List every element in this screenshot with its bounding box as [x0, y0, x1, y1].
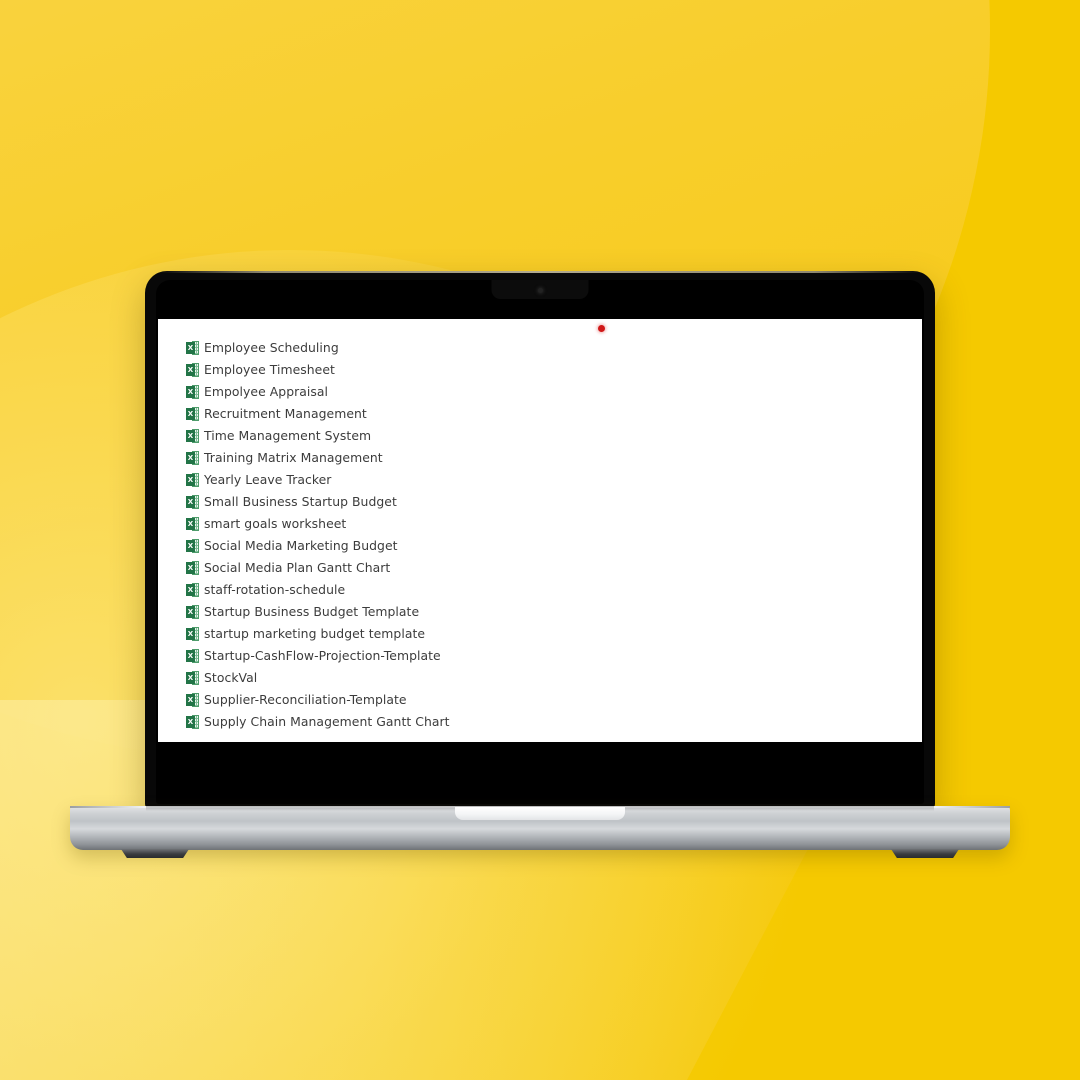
list-item[interactable]: X Social Media Marketing Budget	[186, 535, 922, 557]
file-name-label: Startup Business Budget Template	[204, 603, 420, 619]
excel-file-icon: X	[186, 539, 199, 553]
list-item[interactable]: X Training Matrix Management	[186, 447, 922, 469]
excel-file-icon: X	[186, 341, 199, 355]
list-item[interactable]: Xstaff-rotation-schedule	[186, 579, 922, 601]
file-name-label: Startup-CashFlow-Projection-Template	[204, 647, 441, 663]
file-name-label: StockVal	[204, 669, 258, 685]
excel-file-icon: X	[186, 363, 199, 377]
file-name-label: staff-rotation-schedule	[204, 581, 346, 597]
excel-file-icon: X	[186, 473, 199, 487]
file-name-label: Supply Chain Management Gantt Chart	[204, 713, 450, 729]
list-item[interactable]: X Supply Chain Management Gantt Chart	[186, 711, 922, 733]
file-name-label: smart goals worksheet	[204, 515, 347, 531]
file-name-label: Time Management System	[204, 427, 372, 443]
file-name-label: Training Matrix Management	[204, 449, 383, 465]
rubber-foot-right	[890, 849, 960, 858]
screenshot-stage: X Employee Scheduling X Employee Timesheet X…	[0, 0, 1080, 1080]
camera-notch	[491, 280, 589, 299]
laptop-screen: X Employee Scheduling X Employee Timesheet X…	[158, 319, 922, 742]
file-name-label: startup marketing budget template	[204, 625, 426, 641]
list-item[interactable]: X Startup Business Budget Template	[186, 601, 922, 623]
laptop-bezel: X Employee Scheduling X Employee Timesheet X…	[156, 280, 924, 804]
list-item[interactable]: X Employee Timesheet	[186, 359, 922, 381]
list-item[interactable]: X Employee Scheduling	[186, 337, 922, 359]
file-name-label: Supplier-Reconciliation-Template	[204, 691, 407, 707]
excel-file-icon: X	[186, 693, 199, 707]
file-name-label: Social Media Plan Gantt Chart	[204, 559, 391, 575]
laptop-mockup: X Employee Scheduling X Employee Timesheet X…	[0, 0, 1080, 1080]
excel-file-icon: X	[186, 495, 199, 509]
list-item[interactable]: X Recruitment Management	[186, 403, 922, 425]
excel-file-icon: X	[186, 671, 199, 685]
excel-file-icon: X	[186, 583, 199, 597]
file-browser-page: X Employee Scheduling X Employee Timesheet X…	[158, 319, 922, 742]
excel-file-icon: X	[186, 451, 199, 465]
rubber-foot-left	[120, 849, 190, 858]
file-name-label: Employee Timesheet	[204, 361, 335, 377]
list-item[interactable]: X StockVal	[186, 667, 922, 689]
webcam-icon	[537, 288, 543, 293]
list-item[interactable]: X Supplier-Reconciliation-Template	[186, 689, 922, 711]
excel-file-icon: X	[186, 605, 199, 619]
list-item[interactable]: X Startup-CashFlow-Projection-Template	[186, 645, 922, 667]
excel-file-icon: X	[186, 649, 199, 663]
list-item[interactable]: Xstartup marketing budget template	[186, 623, 922, 645]
file-name-label: Employee Scheduling	[204, 339, 339, 355]
laptop-lid: X Employee Scheduling X Employee Timesheet X…	[145, 271, 935, 809]
file-name-label: Yearly Leave Tracker	[204, 471, 332, 487]
file-name-label: Small Business Startup Budget	[204, 493, 397, 509]
excel-file-icon: X	[186, 627, 199, 641]
file-name-label: Recruitment Management	[204, 405, 367, 421]
list-item[interactable]: X Empolyee Appraisal	[186, 381, 922, 403]
excel-file-icon: X	[186, 561, 199, 575]
base-open-lip	[455, 807, 625, 820]
list-item[interactable]: Xsmart goals worksheet	[186, 513, 922, 535]
list-item[interactable]: X Yearly Leave Tracker	[186, 469, 922, 491]
excel-file-icon: X	[186, 517, 199, 531]
file-name-label: Social Media Marketing Budget	[204, 537, 398, 553]
laptop-base	[70, 806, 1010, 858]
file-name-label: Empolyee Appraisal	[204, 383, 329, 399]
excel-file-icon: X	[186, 715, 199, 729]
excel-file-icon: X	[186, 385, 199, 399]
list-item[interactable]: X Social Media Plan Gantt Chart	[186, 557, 922, 579]
red-cursor-dot	[598, 325, 605, 332]
list-item[interactable]: X Time Management System	[186, 425, 922, 447]
excel-file-icon: X	[186, 407, 199, 421]
lid-top-highlight	[159, 271, 921, 273]
excel-file-list[interactable]: X Employee Scheduling X Employee Timesheet X…	[186, 337, 922, 733]
excel-file-icon: X	[186, 429, 199, 443]
list-item[interactable]: X Small Business Startup Budget	[186, 491, 922, 513]
